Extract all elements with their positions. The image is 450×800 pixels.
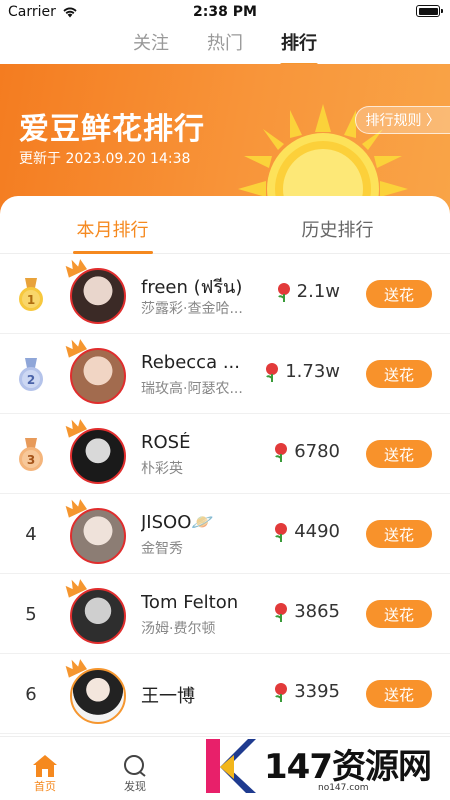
flower-count-value: 3865 (294, 601, 340, 622)
ranking-row[interactable]: 6 王一博 3395 送花 (0, 654, 450, 734)
rank-number: 6 (25, 683, 37, 705)
send-flower-button[interactable]: 送花 (366, 520, 432, 548)
ranking-row[interactable]: 4 JISOO🪐 金智秀 4490 送花 (0, 494, 450, 574)
tab-monthly-ranking[interactable]: 本月排行 (0, 196, 225, 253)
svg-text:2: 2 (27, 373, 35, 387)
avatar[interactable] (65, 339, 126, 404)
carrier-label: Carrier (8, 4, 56, 20)
update-time: 更新于 2023.09.20 14:38 (19, 151, 191, 167)
flower-count-value: 4490 (294, 521, 340, 542)
home-icon (33, 755, 57, 777)
bronze-medal-icon: 3 (19, 438, 43, 471)
idol-subname: 汤姆·费尔顿 (141, 621, 216, 637)
silver-medal-icon: 2 (19, 358, 43, 391)
rose-icon (266, 362, 279, 382)
nav-discover[interactable]: 发现 (110, 754, 160, 794)
idol-name: ROSÉ (141, 432, 191, 453)
status-bar: Carrier 2:38 PM (0, 0, 450, 24)
idol-subname: 朴彩英 (141, 461, 183, 477)
rose-icon (275, 602, 288, 622)
nav-discover-label: 发现 (124, 780, 146, 793)
tab-history-ranking[interactable]: 历史排行 (225, 196, 450, 253)
top-tabs: 关注 热门 排行 (0, 22, 450, 62)
rose-icon (277, 282, 290, 302)
idol-subname: 莎露彩·查金哈... (141, 301, 243, 317)
nav-home-label: 首页 (34, 780, 56, 793)
tab-ranking[interactable]: 排行 (279, 25, 319, 59)
banner-title: 爱豆鲜花排行 (19, 112, 205, 147)
watermark-sub: no147.com (318, 783, 369, 793)
rose-icon (275, 682, 288, 702)
idol-name: Rebecca ... (141, 352, 240, 373)
flower-count-value: 6780 (294, 441, 340, 462)
tab-hot[interactable]: 热门 (205, 25, 245, 59)
ranking-rules-button[interactable]: 排行规则 〉 (354, 106, 450, 134)
watermark-logo-icon (206, 739, 256, 793)
avatar[interactable] (65, 499, 126, 564)
flower-count: 1.73w (263, 361, 340, 382)
avatar[interactable] (65, 579, 126, 644)
status-left: Carrier (8, 4, 78, 20)
idol-name: JISOO🪐 (141, 512, 214, 533)
rose-icon (275, 522, 288, 542)
avatar[interactable] (65, 259, 126, 324)
send-flower-button[interactable]: 送花 (366, 360, 432, 388)
ranking-row[interactable]: 2 Rebecca ... 瑞玫高·阿瑟农... 1.73w 送花 (0, 334, 450, 414)
idol-subname: 瑞玫高·阿瑟农... (141, 381, 243, 397)
flower-count: 2.1w (275, 281, 340, 302)
battery-icon (416, 5, 443, 17)
flower-count-value: 2.1w (296, 281, 340, 302)
nav-home[interactable]: 首页 (20, 754, 70, 794)
rose-icon (275, 442, 288, 462)
idol-subname: 金智秀 (141, 541, 183, 557)
svg-text:1: 1 (27, 293, 35, 307)
ranking-row[interactable]: 3 ROSÉ 朴彩英 6780 送花 (0, 414, 450, 494)
flower-count: 3865 (272, 601, 340, 622)
rank-number: 5 (25, 603, 37, 625)
send-flower-button[interactable]: 送花 (366, 680, 432, 708)
discover-icon (124, 755, 146, 777)
avatar[interactable] (65, 659, 126, 724)
sub-tabs: 本月排行 历史排行 (0, 196, 450, 254)
ranking-banner: 爱豆鲜花排行 更新于 2023.09.20 14:38 排行规则 〉 (0, 64, 450, 214)
rank-number: 4 (25, 523, 37, 545)
send-flower-button[interactable]: 送花 (366, 280, 432, 308)
flower-count: 3395 (272, 681, 340, 702)
flower-count: 6780 (272, 441, 340, 462)
flower-count: 4490 (272, 521, 340, 542)
flower-count-value: 3395 (294, 681, 340, 702)
idol-name: freen (ฟรีน) (141, 277, 243, 298)
svg-text:3: 3 (27, 453, 35, 467)
tab-follow[interactable]: 关注 (131, 25, 171, 59)
wifi-icon (62, 6, 78, 18)
flower-count-value: 1.73w (285, 361, 340, 382)
gold-medal-icon: 1 (19, 278, 43, 311)
idol-name: Tom Felton (141, 592, 239, 613)
ranking-row[interactable]: 5 Tom Felton 汤姆·费尔顿 3865 送花 (0, 574, 450, 654)
send-flower-button[interactable]: 送花 (366, 440, 432, 468)
idol-name: 王一博 (141, 686, 195, 707)
avatar[interactable] (65, 419, 126, 484)
ranking-card: 本月排行 历史排行 1 freen (ฟรีน) 莎露彩·查金哈... 2.1w… (0, 196, 450, 736)
ranking-row[interactable]: 1 freen (ฟรีน) 莎露彩·查金哈... 2.1w 送花 (0, 254, 450, 334)
watermark: 147资源网 no147.com (198, 735, 448, 797)
send-flower-button[interactable]: 送花 (366, 600, 432, 628)
watermark-text: 147资源网 (264, 747, 432, 787)
